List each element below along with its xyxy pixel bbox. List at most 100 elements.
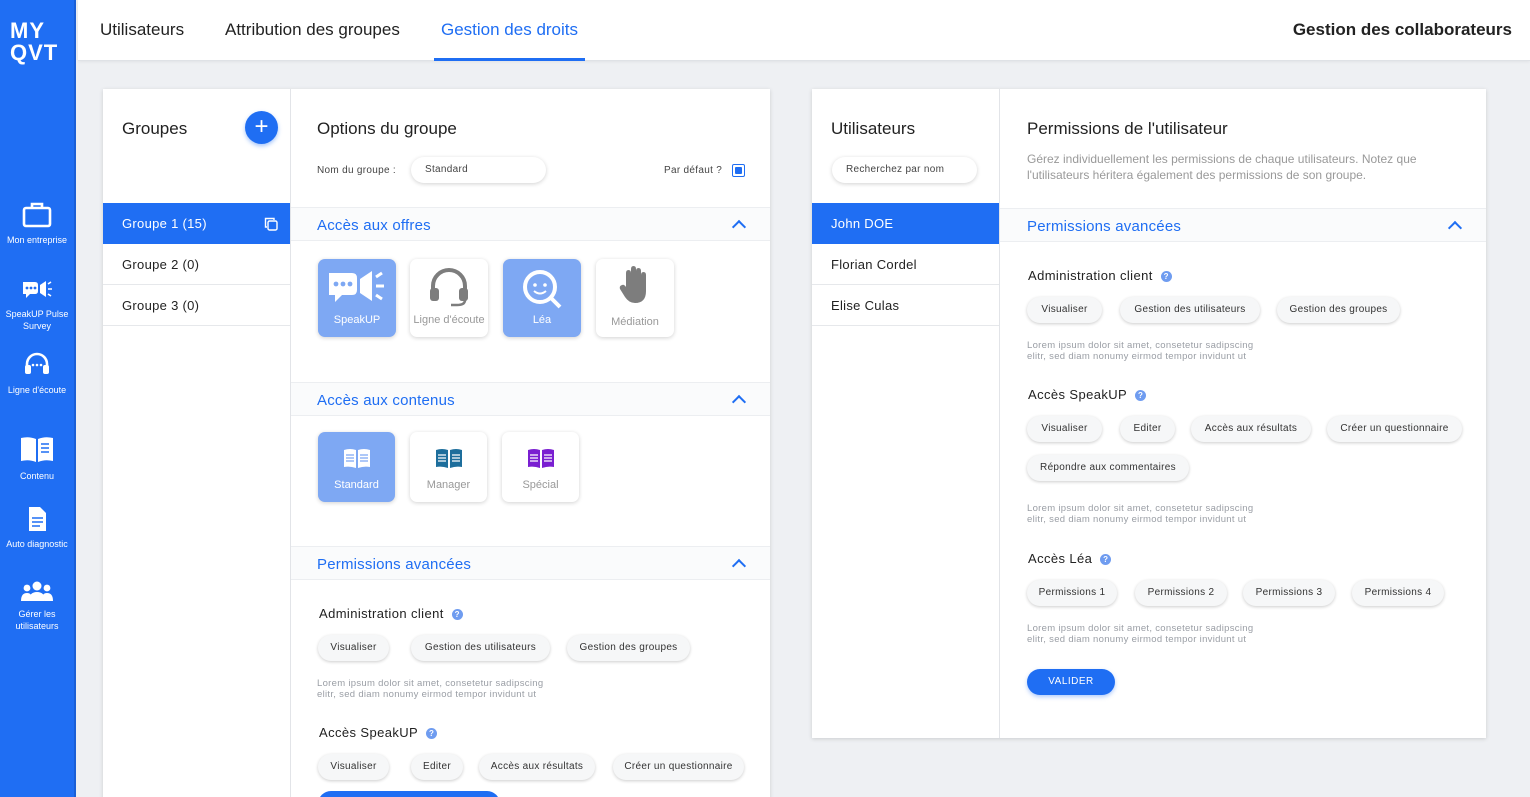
user-permissions-intro: Gérez individuellement les permissions d… <box>1027 151 1417 183</box>
perm-chip-visualiser[interactable]: Visualiser <box>1027 416 1102 442</box>
users-title: Utilisateurs <box>831 119 916 138</box>
group-options-title: Options du groupe <box>317 119 457 138</box>
acces-lea-title: Accès Léa? <box>1028 551 1112 566</box>
headset-icon <box>430 268 468 307</box>
perm-chip-visualiser[interactable]: Visualiser <box>1027 297 1102 323</box>
checkbox-mark <box>735 167 742 174</box>
acces-speakup-label: Accès SpeakUP <box>319 725 419 740</box>
content-tile-special[interactable]: Spécial <box>502 432 579 502</box>
tab-attribution-des-groupes[interactable]: Attribution des groupes <box>225 0 400 61</box>
megaphone-icon <box>23 281 52 298</box>
perm-chip-repondre-commentaires[interactable]: Répondre aux commentaires <box>1027 455 1189 481</box>
sidebar-item-gerer-utilisateurs[interactable]: Gérer les utilisateurs <box>0 580 74 632</box>
description-line: elitr, sed diam nonumy eirmod tempor inv… <box>317 689 537 700</box>
perm-chip-gestion-groupes[interactable]: Gestion des groupes <box>1277 297 1400 323</box>
admin-client-label: Administration client <box>319 606 444 621</box>
group-name-label: Nom du groupe : <box>317 165 396 176</box>
column-divider <box>290 89 291 797</box>
sidebar-item-speakup[interactable]: SpeakUP Pulse Survey <box>0 278 74 332</box>
offer-tile-ligne-ecoute[interactable]: Ligne d'écoute <box>410 259 488 337</box>
help-icon[interactable]: ? <box>426 728 438 739</box>
description-line: elitr, sed diam nonumy eirmod tempor inv… <box>1027 634 1247 645</box>
advanced-section-title: Permissions avancées <box>317 556 472 573</box>
user-list-item[interactable]: Elise Culas <box>812 285 999 326</box>
group-list-item[interactable]: Groupe 2 (0) <box>103 244 290 285</box>
tab-gestion-des-droits[interactable]: Gestion des droits <box>441 0 578 61</box>
tile-label: Médiation <box>611 316 659 328</box>
perm-chip-editer[interactable]: Editer <box>1120 416 1175 442</box>
help-icon[interactable]: ? <box>1135 390 1147 401</box>
perm-chip-acces-resultats[interactable]: Accès aux résultats <box>1191 416 1311 442</box>
acces-speakup-label: Accès SpeakUP <box>1028 387 1128 402</box>
speakup-description: Lorem ipsum dolor sit amet, consetetur s… <box>1027 503 1253 525</box>
default-label: Par défaut ? <box>664 165 723 176</box>
perm-chip-creer-questionnaire[interactable]: Créer un questionnaire <box>613 754 744 780</box>
sidebar-item-contenu[interactable]: Contenu <box>0 434 74 482</box>
perm-chip-permissions-2[interactable]: Permissions 2 <box>1135 580 1227 606</box>
description-line: Lorem ipsum dolor sit amet, consetetur s… <box>317 678 544 689</box>
sidebar-item-label: Mon entreprise <box>6 235 68 245</box>
offer-tile-speakup[interactable]: SpeakUP <box>318 259 396 337</box>
tile-label: Manager <box>426 479 471 491</box>
perm-chip-creer-questionnaire[interactable]: Créer un questionnaire <box>1327 416 1462 442</box>
intro-line: Gérez individuellement les permissions d… <box>1027 152 1417 166</box>
group-label: Groupe 1 (15) <box>122 216 207 231</box>
default-checkbox[interactable] <box>732 164 745 177</box>
content-tile-manager[interactable]: Manager <box>410 432 487 502</box>
help-icon[interactable]: ? <box>451 609 463 620</box>
top-bar: Utilisateurs Attribution des groupes Ges… <box>78 0 1530 61</box>
perm-chip-gestion-groupes[interactable]: Gestion des groupes <box>567 635 690 661</box>
description-line: Lorem ipsum dolor sit amet, consetetur s… <box>1027 623 1254 634</box>
perm-chip-permissions-4[interactable]: Permissions 4 <box>1352 580 1444 606</box>
validate-button[interactable]: VALIDER <box>1027 669 1115 695</box>
description-line: Lorem ipsum dolor sit amet, consetetur s… <box>1027 340 1254 351</box>
help-icon[interactable]: ? <box>1160 271 1172 282</box>
admin-client-title: Administration client? <box>319 606 463 621</box>
save-button-partial[interactable] <box>318 791 500 797</box>
content-tile-standard[interactable]: Standard <box>318 432 395 502</box>
app-logo[interactable]: MY QVT <box>10 20 58 64</box>
perm-chip-gestion-utilisateurs[interactable]: Gestion des utilisateurs <box>411 635 550 661</box>
user-advanced-section-title: Permissions avancées <box>1027 218 1182 235</box>
perm-chip-visualiser[interactable]: Visualiser <box>318 754 389 780</box>
help-icon[interactable]: ? <box>1100 554 1112 565</box>
perm-chip-editer[interactable]: Editer <box>411 754 463 780</box>
perm-chip-visualiser[interactable]: Visualiser <box>318 635 389 661</box>
description-line: elitr, sed diam nonumy eirmod tempor inv… <box>1027 351 1247 362</box>
user-list-item[interactable]: Florian Cordel <box>812 244 999 285</box>
sidebar-item-ligne-ecoute[interactable]: Ligne d'écoute <box>0 352 74 396</box>
perm-chip-acces-resultats[interactable]: Accès aux résultats <box>479 754 595 780</box>
group-list-item[interactable]: Groupe 3 (0) <box>103 285 290 326</box>
sidebar-item-auto-diagnostic[interactable]: Auto diagnostic <box>0 506 74 550</box>
sidebar-item-label: Auto diagnostic <box>6 539 68 549</box>
lea-description: Lorem ipsum dolor sit amet, consetetur s… <box>1027 623 1253 645</box>
sidebar-item-label: Contenu <box>19 471 55 481</box>
offer-tile-lea[interactable]: Léa <box>503 259 581 337</box>
group-name-field[interactable]: Standard <box>411 157 546 183</box>
admin-description: Lorem ipsum dolor sit amet, consetetur s… <box>317 678 543 700</box>
group-list-item[interactable]: Groupe 1 (15) <box>103 203 290 244</box>
lea-icon <box>523 270 562 309</box>
book-icon <box>528 449 554 468</box>
acces-lea-label: Accès Léa <box>1028 551 1093 566</box>
column-divider <box>999 89 1000 738</box>
book-icon <box>344 449 370 468</box>
user-search-input[interactable]: Recherchez par nom <box>832 157 977 183</box>
copy-icon[interactable] <box>264 217 278 231</box>
tab-utilisateurs[interactable]: Utilisateurs <box>100 0 184 61</box>
logo-line-2: QVT <box>10 40 59 65</box>
user-rights-card: Utilisateurs Recherchez par nom John DOE… <box>812 89 1486 738</box>
perm-chip-permissions-3[interactable]: Permissions 3 <box>1243 580 1335 606</box>
admin-client-title: Administration client? <box>1028 268 1172 283</box>
user-list-item[interactable]: John DOE <box>812 203 999 244</box>
add-group-button[interactable]: + <box>245 111 278 144</box>
book-icon <box>436 449 462 468</box>
sidebar-item-label: Gérer les utilisateurs <box>15 609 59 631</box>
sidebar-item-mon-entreprise[interactable]: Mon entreprise <box>0 200 74 246</box>
perm-chip-gestion-utilisateurs[interactable]: Gestion des utilisateurs <box>1120 297 1260 323</box>
perm-chip-permissions-1[interactable]: Permissions 1 <box>1027 580 1117 606</box>
page-title: Gestion des collaborateurs <box>1292 20 1512 39</box>
headset-icon <box>25 352 49 374</box>
offer-tile-mediation[interactable]: Médiation <box>596 259 674 337</box>
description-line: Lorem ipsum dolor sit amet, consetetur s… <box>1027 503 1254 514</box>
